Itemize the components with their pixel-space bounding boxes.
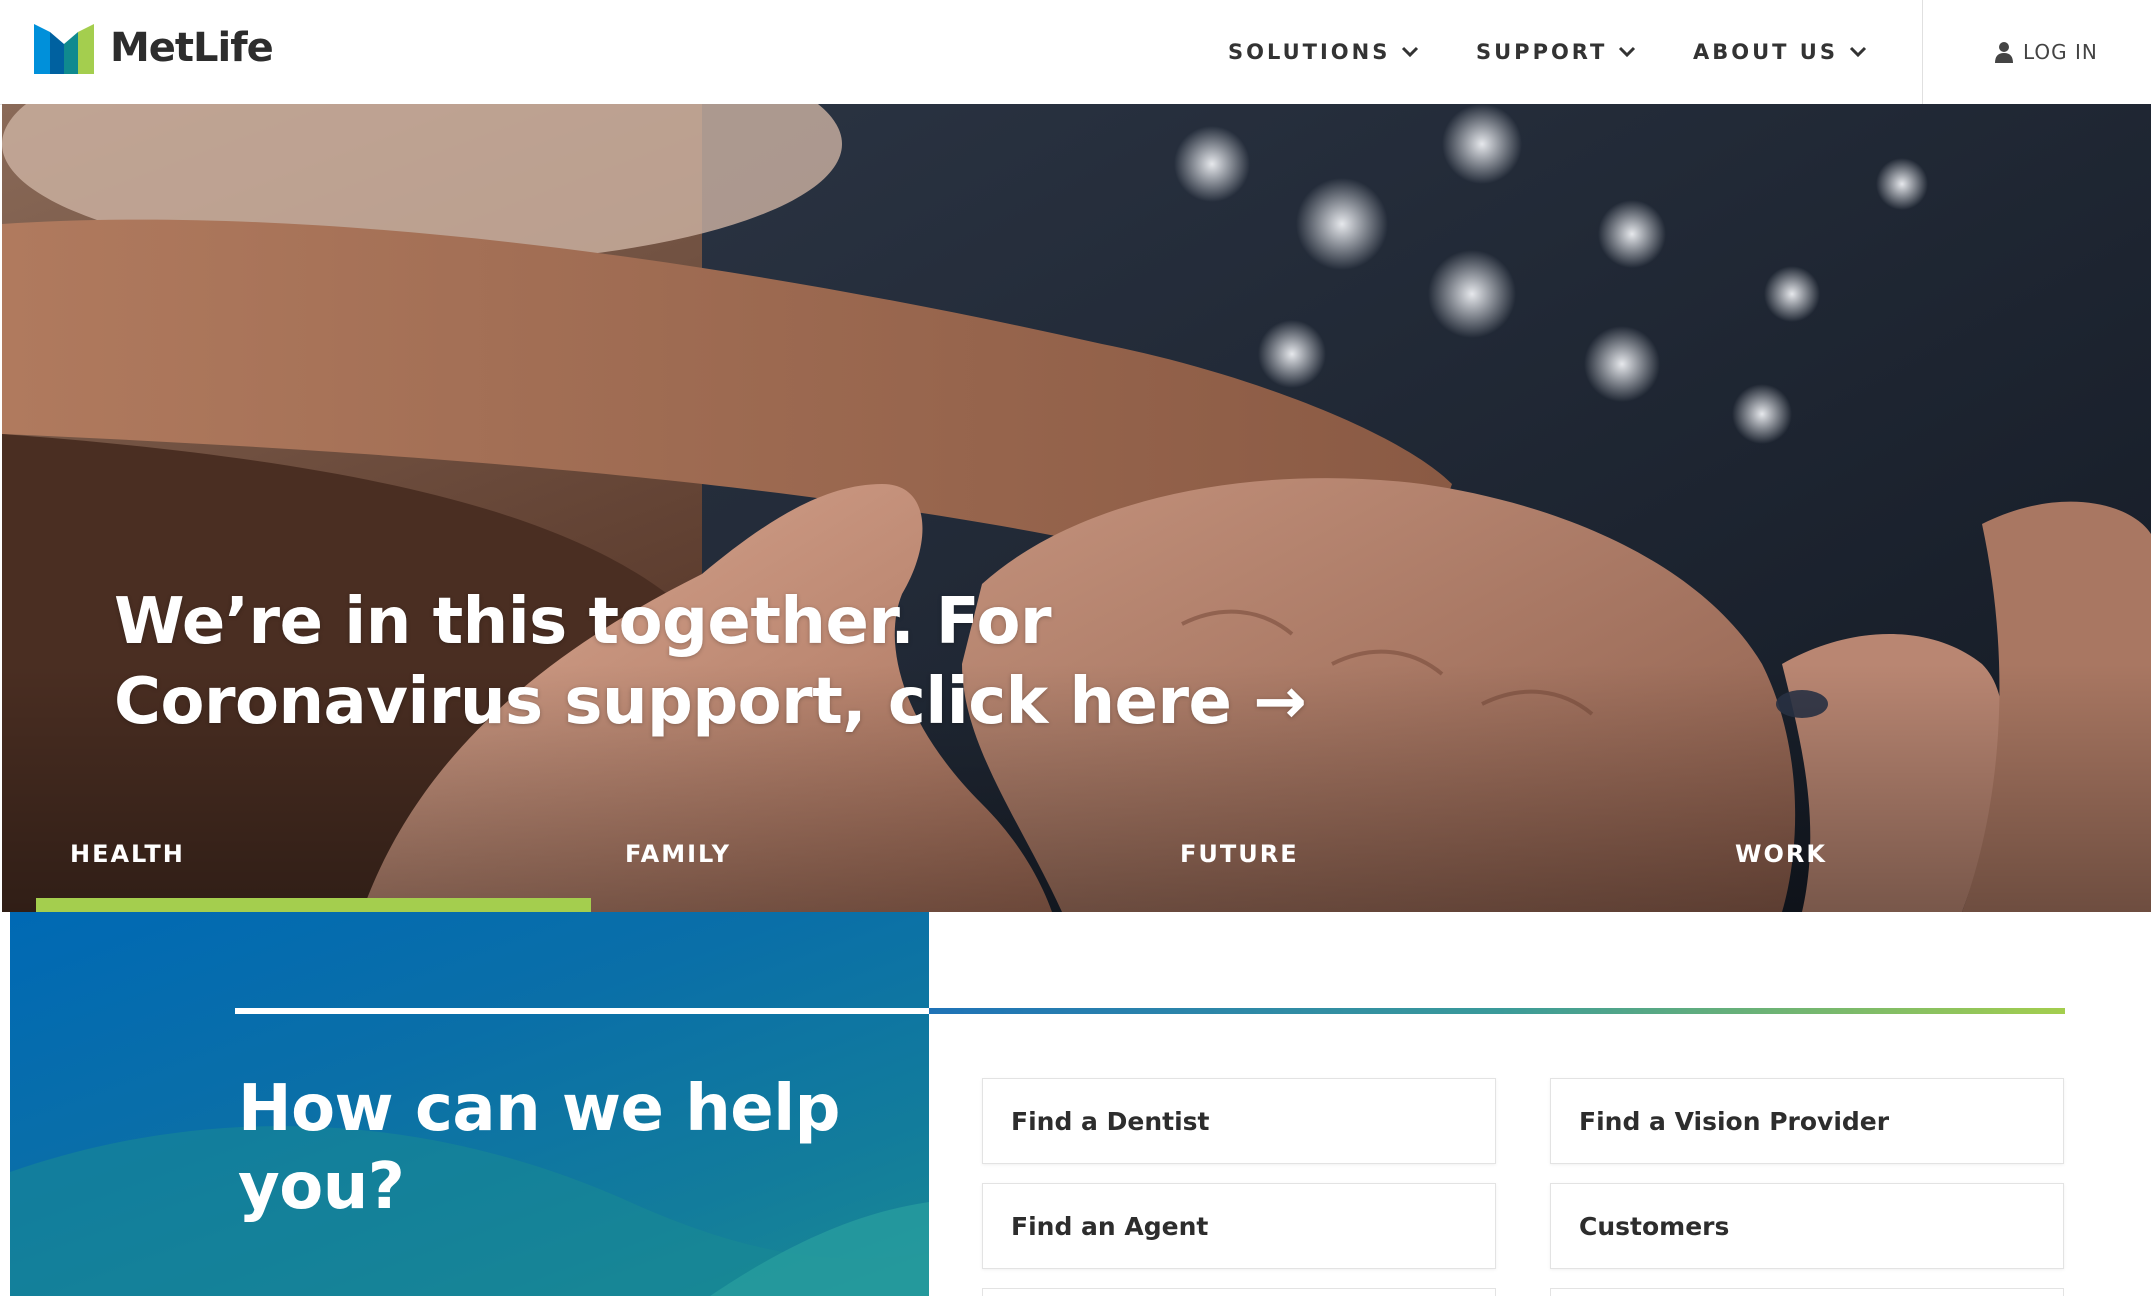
- nav-item-solutions[interactable]: SOLUTIONS: [1228, 40, 1420, 64]
- login-link[interactable]: LOG IN: [1995, 0, 2098, 104]
- hero-tabs: HEALTH FAMILY FUTURE WORK: [2, 816, 2151, 912]
- metlife-m-logo-icon: [34, 24, 94, 74]
- chevron-down-icon: [1619, 46, 1636, 58]
- tab-work-label: WORK: [1735, 840, 1827, 868]
- chevron-down-icon: [1849, 46, 1867, 58]
- tab-health[interactable]: HEALTH: [36, 816, 591, 912]
- find-agent-label: Find an Agent: [1011, 1211, 1209, 1241]
- coronavirus-support-link[interactable]: We’re in this together. For Coronavirus …: [114, 582, 1414, 742]
- nav-item-support[interactable]: SUPPORT: [1476, 40, 1637, 64]
- tab-family-label: FAMILY: [625, 840, 731, 868]
- tab-health-label: HEALTH: [70, 840, 185, 868]
- hero-photo-hands: [2, 104, 2151, 912]
- find-vision-provider-link[interactable]: Find a Vision Provider: [1550, 1078, 2064, 1164]
- hero-headline-line2: Coronavirus support, click here →: [114, 665, 1307, 739]
- tab-family[interactable]: FAMILY: [591, 816, 1146, 912]
- user-icon: [1995, 42, 2013, 63]
- find-agent-link[interactable]: Find an Agent: [982, 1183, 1496, 1269]
- link-card-partial[interactable]: [982, 1288, 1496, 1296]
- active-tab-indicator: [36, 898, 591, 912]
- help-panel: How can we help you?: [10, 912, 929, 1296]
- nav-solutions[interactable]: SOLUTIONS: [1228, 0, 1420, 104]
- tab-future[interactable]: FUTURE: [1146, 816, 1701, 912]
- nav-item-about-us[interactable]: ABOUT US: [1693, 40, 1868, 64]
- nav-label-about-us: ABOUT US: [1693, 40, 1838, 64]
- nav-support[interactable]: SUPPORT: [1476, 0, 1637, 104]
- find-dentist-link[interactable]: Find a Dentist: [982, 1078, 1496, 1164]
- customers-label: Customers: [1579, 1211, 1730, 1241]
- nav-about-us[interactable]: ABOUT US: [1693, 0, 1868, 104]
- tab-future-label: FUTURE: [1180, 840, 1299, 868]
- logo-wordmark: MetLife: [110, 25, 274, 71]
- nav-label-support: SUPPORT: [1476, 40, 1608, 64]
- link-card-partial[interactable]: [1550, 1288, 2064, 1296]
- site-header: MetLife SOLUTIONS SUPPORT ABOUT US LOG I…: [0, 0, 2151, 105]
- tab-work[interactable]: WORK: [1701, 816, 2151, 912]
- header-divider: [1922, 0, 1923, 104]
- nav-label-solutions: SOLUTIONS: [1228, 40, 1391, 64]
- chevron-down-icon: [1402, 46, 1419, 58]
- help-title: How can we help you?: [238, 1072, 840, 1224]
- hero-headline-line1: We’re in this together. For: [114, 585, 1052, 659]
- login-label: LOG IN: [2023, 40, 2098, 64]
- help-divider-white: [235, 1008, 929, 1014]
- customers-link[interactable]: Customers: [1550, 1183, 2064, 1269]
- hero-banner: We’re in this together. For Coronavirus …: [2, 104, 2151, 912]
- find-vision-provider-label: Find a Vision Provider: [1579, 1106, 1890, 1136]
- find-dentist-label: Find a Dentist: [1011, 1106, 1210, 1136]
- metlife-logo[interactable]: MetLife: [34, 20, 274, 76]
- help-divider-gradient: [929, 1008, 2065, 1014]
